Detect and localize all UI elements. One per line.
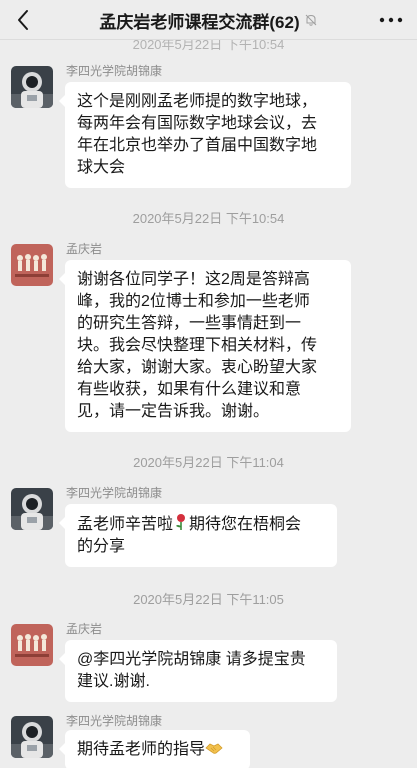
message-bubble[interactable]: 期待孟老师的指导 [59, 730, 250, 768]
figures-avatar[interactable] [11, 624, 53, 666]
message-bubble[interactable]: 谢谢各位同学子！这2周是答辩高 峰，我的2位博士和参加一些老师 的研究生答辩，一… [59, 260, 351, 432]
message-line: 见，请一定告诉我。谢谢。 [77, 403, 270, 420]
timestamp: 2020年5月22日 下午11:05 [133, 592, 284, 607]
bell-off-icon [305, 14, 316, 26]
message-text: 期待您在梧桐会 [189, 516, 302, 533]
sender-name: 孟庆岩 [66, 622, 103, 636]
message-line: 的研究生答辩，一些事情赶到一 [77, 315, 302, 332]
message-line: 有些收获，如果有什么建议和意 [77, 381, 302, 398]
sender-name: 李四光学院胡锦康 [66, 64, 163, 78]
astronaut-avatar[interactable] [11, 66, 53, 108]
message-line: 每两年会有国际数字地球会议，去 [77, 115, 318, 132]
message-line: 期待孟老师的指导 [77, 739, 238, 761]
message-text: 期待孟老师的指导 [77, 741, 206, 758]
handshake-icon [205, 743, 223, 754]
message-line: 孟老师辛苦啦 期待您在梧桐会 [77, 513, 325, 536]
message-line: 谢谢各位同学子！这2周是答辩高 [77, 271, 310, 288]
message-line: @李四光学院胡锦康 请多提宝贵 [77, 651, 306, 668]
message-line: 块。我会尽快整理下相关材料，传 [77, 337, 318, 354]
sender-name: 李四光学院胡锦康 [66, 486, 163, 500]
sender-name: 孟庆岩 [66, 242, 103, 256]
chat-title: 孟庆岩老师课程交流群(62) [99, 12, 300, 32]
message-line: 年在北京也举办了首届中国数字地 [77, 137, 318, 154]
message-line: 峰，我的2位博士和参加一些老师 [77, 293, 310, 310]
chat-header: 孟庆岩老师课程交流群(62) [0, 0, 417, 40]
sender-name: 李四光学院胡锦康 [66, 714, 163, 728]
timestamp: 2020年5月22日 下午10:54 [132, 211, 285, 226]
message-bubble[interactable]: @李四光学院胡锦康 请多提宝贵 建议.谢谢. [59, 640, 337, 702]
more-dots-icon [379, 17, 403, 23]
message-bubble[interactable]: 这个是刚刚孟老师提的数字地球， 每两年会有国际数字地球会议，去 年在北京也举办了… [59, 82, 351, 188]
message-line: 球大会 [77, 159, 126, 176]
message-bubble[interactable]: 孟老师辛苦啦 期待您在梧桐会 的分享 [59, 504, 337, 567]
more-button[interactable] [377, 8, 405, 32]
timestamp: 2020年5月22日 下午11:04 [133, 455, 284, 470]
rose-icon [176, 514, 186, 530]
astronaut-avatar[interactable] [11, 716, 53, 758]
message-line: 的分享 [77, 538, 126, 555]
figures-avatar[interactable] [11, 244, 53, 286]
chat-screen: 2020年5月22日 下午10:54 孟庆岩老师课程交流群(62) 李四光学院胡… [0, 0, 417, 768]
message-line: 给大家，谢谢大家。衷心盼望大家 [77, 359, 318, 376]
message-text: 孟老师辛苦啦 [77, 516, 174, 533]
message-line: 建议.谢谢. [77, 673, 150, 690]
message-line: 这个是刚刚孟老师提的数字地球， [77, 93, 318, 110]
astronaut-avatar[interactable] [11, 488, 53, 530]
